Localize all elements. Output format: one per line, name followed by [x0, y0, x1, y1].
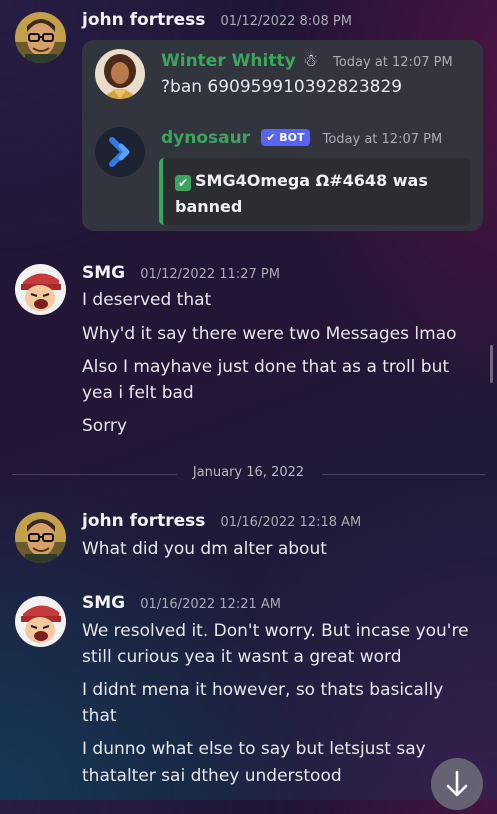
message-header: SMG 01/16/2022 12:21 AM: [82, 593, 281, 613]
message-text: still curious yea it wasnt a great word: [82, 647, 402, 667]
bot-timestamp: Today at 12:07 PM: [322, 132, 443, 147]
jump-to-present-button[interactable]: [431, 758, 483, 810]
username[interactable]: john fortress: [82, 10, 205, 30]
timestamp: 01/16/2022 12:21 AM: [140, 597, 281, 612]
message-text: Why'd it say there were two Messages lma…: [82, 324, 457, 344]
bot-badge: ✔ BOT: [261, 129, 310, 146]
message-text: yea i felt bad: [82, 383, 194, 403]
message-header: john fortress 01/12/2022 8:08 PM: [82, 10, 352, 30]
message-john-fortress-2: john fortress 01/16/2022 12:18 AM What d…: [0, 500, 497, 580]
message-text: I deserved that: [82, 290, 212, 310]
bot-badge-label: BOT: [279, 131, 305, 144]
winter-whitty-username: Winter Whitty: [161, 51, 296, 71]
woman-portrait-avatar-icon: [95, 49, 145, 99]
avatar[interactable]: [15, 264, 66, 315]
green-checkbox-icon: ✔: [175, 175, 191, 191]
date-divider-label: January 16, 2022: [192, 465, 305, 480]
timestamp: 01/12/2022 11:27 PM: [140, 267, 280, 282]
message-john-fortress-1: john fortress 01/12/2022 8:08 PM Winter …: [0, 0, 497, 240]
bot-header: dynosaur ✔ BOT Today at 12:07 PM: [161, 128, 442, 148]
message-smg-2: SMG 01/16/2022 12:21 AM We resolved it. …: [0, 583, 497, 800]
date-divider: January 16, 2022: [12, 465, 485, 480]
check-icon: ✔: [266, 131, 276, 144]
dynosaur-username: dynosaur: [161, 128, 251, 148]
message-text: Sorry: [82, 416, 127, 436]
cartoon-man-with-glasses-avatar-icon: [15, 12, 66, 63]
bot-embed: ✔ SMG4Omega Ω#4648 was banned: [159, 158, 470, 225]
message-text: I didnt mena it however, so thats basica…: [82, 680, 444, 700]
embed-line: SMG4Omega Ω#4648 was: [195, 171, 428, 190]
scrollbar-thumb[interactable]: [490, 345, 493, 383]
command-timestamp: Today at 12:07 PM: [333, 55, 453, 70]
timestamp: 01/16/2022 12:18 AM: [220, 515, 362, 530]
avatar-winter-whitty: [95, 49, 145, 99]
timestamp: 01/12/2022 8:08 PM: [220, 14, 352, 29]
avatar[interactable]: [15, 12, 66, 63]
message-text: that: [82, 706, 117, 726]
message-smg-1: SMG 01/12/2022 11:27 PM I deserved that …: [0, 255, 497, 445]
snowman-emoji-icon: ☃: [302, 51, 318, 71]
embed-text: ✔ SMG4Omega Ω#4648 was banned: [175, 168, 428, 220]
message-text: Also I mayhave just done that as a troll…: [82, 357, 450, 377]
username[interactable]: SMG: [82, 593, 125, 613]
avatar[interactable]: [15, 512, 66, 563]
message-text: I dunno what else to say but letsjust sa…: [82, 739, 426, 759]
username[interactable]: SMG: [82, 263, 125, 283]
message-text: thatalter sai dthey understood: [82, 766, 342, 786]
message-text: What did you dm alter about: [82, 539, 327, 559]
username[interactable]: john fortress: [82, 511, 205, 531]
laughing-cartoon-avatar-icon: [15, 264, 66, 315]
cartoon-man-with-glasses-avatar-icon: [15, 512, 66, 563]
command-text: ?ban 690959910392823829: [161, 77, 403, 97]
embedded-screenshot-card: Winter Whitty ☃ Today at 12:07 PM ?ban 6…: [82, 40, 483, 231]
avatar-dynosaur: [95, 127, 145, 177]
laughing-cartoon-avatar-icon: [15, 596, 66, 647]
arrow-down-icon: [446, 770, 468, 797]
dyno-logo-icon: [95, 127, 145, 177]
embed-line: banned: [175, 197, 243, 216]
message-header: SMG 01/12/2022 11:27 PM: [82, 263, 280, 283]
message-text: We resolved it. Don't worry. But incase …: [82, 621, 469, 641]
message-header: john fortress 01/16/2022 12:18 AM: [82, 511, 361, 531]
command-header: Winter Whitty ☃ Today at 12:07 PM: [161, 51, 453, 71]
avatar[interactable]: [15, 596, 66, 647]
